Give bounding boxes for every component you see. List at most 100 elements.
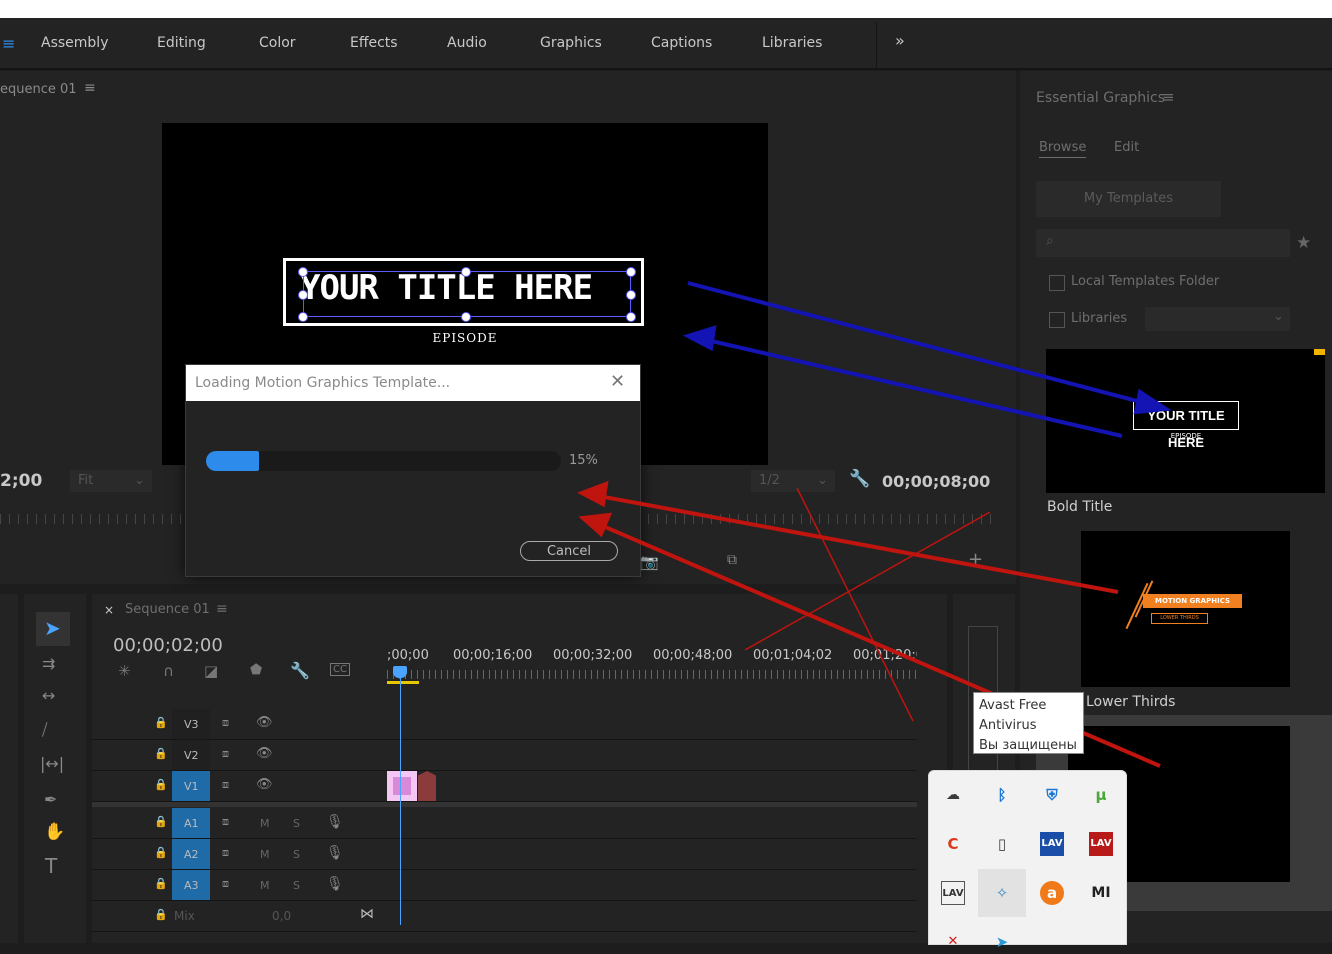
panel-menu-icon[interactable]: ≡ (84, 80, 96, 96)
my-templates-button[interactable]: My Templates (1036, 181, 1221, 217)
track-select-tool-icon[interactable]: ⇉ (42, 654, 55, 673)
hand-tool-icon[interactable]: ✋ (44, 822, 65, 842)
track-target-v3[interactable]: V3 (172, 709, 210, 739)
libraries-checkbox[interactable] (1049, 312, 1065, 328)
timeline-clip-graphic[interactable] (387, 771, 417, 801)
eye-icon[interactable]: 👁 (256, 746, 273, 761)
resolution-dropdown[interactable]: 1/2 ⌄ (751, 470, 835, 492)
work-area-bar[interactable] (387, 681, 419, 684)
sync-lock-icon[interactable]: ⧈ (222, 716, 229, 730)
microphone-icon[interactable]: 🎙 (326, 845, 344, 861)
sequence-tab[interactable]: Sequence 01 (125, 602, 210, 617)
solo-button[interactable]: S (293, 817, 300, 830)
essential-graphics-title[interactable]: Essential Graphics (1036, 90, 1165, 106)
close-icon[interactable]: ✕ (610, 371, 625, 392)
lock-icon[interactable]: 🔒 (154, 815, 168, 828)
selection-handle[interactable] (626, 290, 636, 300)
selection-handle[interactable] (298, 312, 308, 322)
defender-icon[interactable]: ⛨ (1040, 783, 1064, 807)
microphone-icon[interactable]: 🎙 (326, 814, 344, 830)
timeline-timecode[interactable]: 00;00;02;00 (113, 635, 223, 656)
track-target-a1[interactable]: A1 (172, 808, 210, 838)
panel-menu-icon[interactable]: ≡ (1162, 88, 1175, 106)
track-target-v2[interactable]: V2 (172, 740, 210, 770)
track-divider[interactable] (92, 802, 917, 807)
mute-button[interactable]: M (260, 848, 270, 861)
track-target-a3[interactable]: A3 (172, 870, 210, 900)
mute-button[interactable]: M (260, 879, 270, 892)
pen-tool-icon[interactable]: ✒ (44, 790, 57, 809)
selection-handle[interactable] (461, 312, 471, 322)
mix-value[interactable]: 0,0 (272, 909, 291, 923)
solo-button[interactable]: S (293, 848, 300, 861)
eye-icon[interactable]: 👁 (256, 777, 273, 792)
time-ruler[interactable] (387, 670, 917, 679)
wrench-icon[interactable]: 🔧 (290, 661, 310, 680)
selection-handle[interactable] (626, 312, 636, 322)
tab-captions[interactable]: Captions (651, 35, 712, 51)
sync-lock-icon[interactable]: ⧈ (222, 815, 229, 829)
onedrive-icon[interactable]: ☁ (941, 783, 965, 807)
razor-tool-icon[interactable]: ⧸ (42, 720, 47, 740)
star-icon[interactable]: ★ (1296, 233, 1311, 253)
track-target-a2[interactable]: A2 (172, 839, 210, 869)
type-tool-icon[interactable]: T (45, 854, 57, 878)
ripple-edit-tool-icon[interactable]: ↔ (42, 686, 55, 705)
telegram-icon[interactable]: ➤ (990, 930, 1014, 954)
snap-magnet-icon[interactable]: ∩ (163, 662, 174, 680)
microphone-icon[interactable]: 🎙 (326, 876, 344, 892)
lock-icon[interactable]: 🔒 (154, 778, 168, 791)
local-templates-checkbox[interactable] (1049, 275, 1065, 291)
add-button-icon[interactable]: + (968, 549, 983, 570)
program-panel-title[interactable]: equence 01 (0, 82, 77, 97)
export-frame-icon[interactable]: 📷 (640, 553, 659, 571)
tab-audio[interactable]: Audio (447, 35, 487, 51)
mute-button[interactable]: M (260, 817, 270, 830)
selection-handle[interactable] (461, 267, 471, 277)
selection-handle[interactable] (298, 267, 308, 277)
usb-icon[interactable]: ▯ (990, 832, 1014, 856)
tab-browse[interactable]: Browse (1039, 140, 1087, 158)
tab-editing[interactable]: Editing (157, 35, 206, 51)
sync-lock-icon[interactable]: ⧈ (222, 877, 229, 891)
sync-lock-icon[interactable]: ⧈ (222, 846, 229, 860)
template-thumbnail-lower-thirds[interactable]: MOTION GRAPHICS LOWER THIRDS (1081, 531, 1290, 687)
cancel-button[interactable]: Cancel (520, 541, 618, 561)
solo-button[interactable]: S (293, 879, 300, 892)
template-thumbnail-bold-title[interactable]: YOUR TITLE HERE EPISODE (1046, 349, 1325, 493)
workspace-overflow-button[interactable]: » (895, 31, 905, 50)
selection-handle[interactable] (626, 267, 636, 277)
slip-tool-icon[interactable]: |↔| (40, 754, 64, 773)
nest-icon[interactable]: ✳ (118, 662, 131, 680)
wrench-icon[interactable]: 🔧 (849, 469, 870, 489)
linked-selection-icon[interactable]: ◪ (204, 662, 218, 680)
close-icon[interactable]: × (104, 603, 114, 617)
lock-icon[interactable]: 🔒 (154, 716, 168, 729)
avast-icon[interactable]: a (1040, 881, 1064, 905)
mi-icon[interactable]: MI (1089, 881, 1113, 905)
flower-icon[interactable]: ✧ (990, 881, 1014, 905)
captions-icon[interactable]: CC (330, 663, 350, 676)
tab-color[interactable]: Color (259, 35, 296, 51)
track-target-v1[interactable]: V1 (172, 771, 210, 801)
ccleaner-icon[interactable]: C (941, 832, 965, 856)
tab-libraries[interactable]: Libraries (762, 35, 822, 51)
tab-assembly[interactable]: Assembly (41, 35, 108, 51)
lock-icon[interactable]: 🔒 (154, 908, 168, 921)
timeline-clip[interactable] (418, 771, 436, 801)
lav-red-icon[interactable]: LAV (1089, 832, 1113, 856)
utorrent-icon[interactable]: µ (1089, 783, 1113, 807)
template-search-input[interactable]: ⌕ (1036, 229, 1290, 257)
tab-graphics[interactable]: Graphics (540, 35, 602, 51)
close-circle-icon[interactable]: ✕ (941, 930, 965, 954)
mix-bowtie-icon[interactable]: ⋈ (360, 906, 374, 922)
libraries-dropdown[interactable]: ⌄ (1145, 307, 1290, 331)
selection-tool-icon[interactable]: ➤ (44, 616, 61, 640)
sync-lock-icon[interactable]: ⧈ (222, 778, 229, 792)
fit-dropdown[interactable]: Fit ⌄ (70, 470, 152, 492)
compare-view-icon[interactable]: ⧉ (727, 552, 737, 568)
lock-icon[interactable]: 🔒 (154, 747, 168, 760)
playhead-line[interactable] (400, 673, 401, 925)
program-timecode-current[interactable]: 2;00 (0, 471, 42, 491)
sync-lock-icon[interactable]: ⧈ (222, 747, 229, 761)
